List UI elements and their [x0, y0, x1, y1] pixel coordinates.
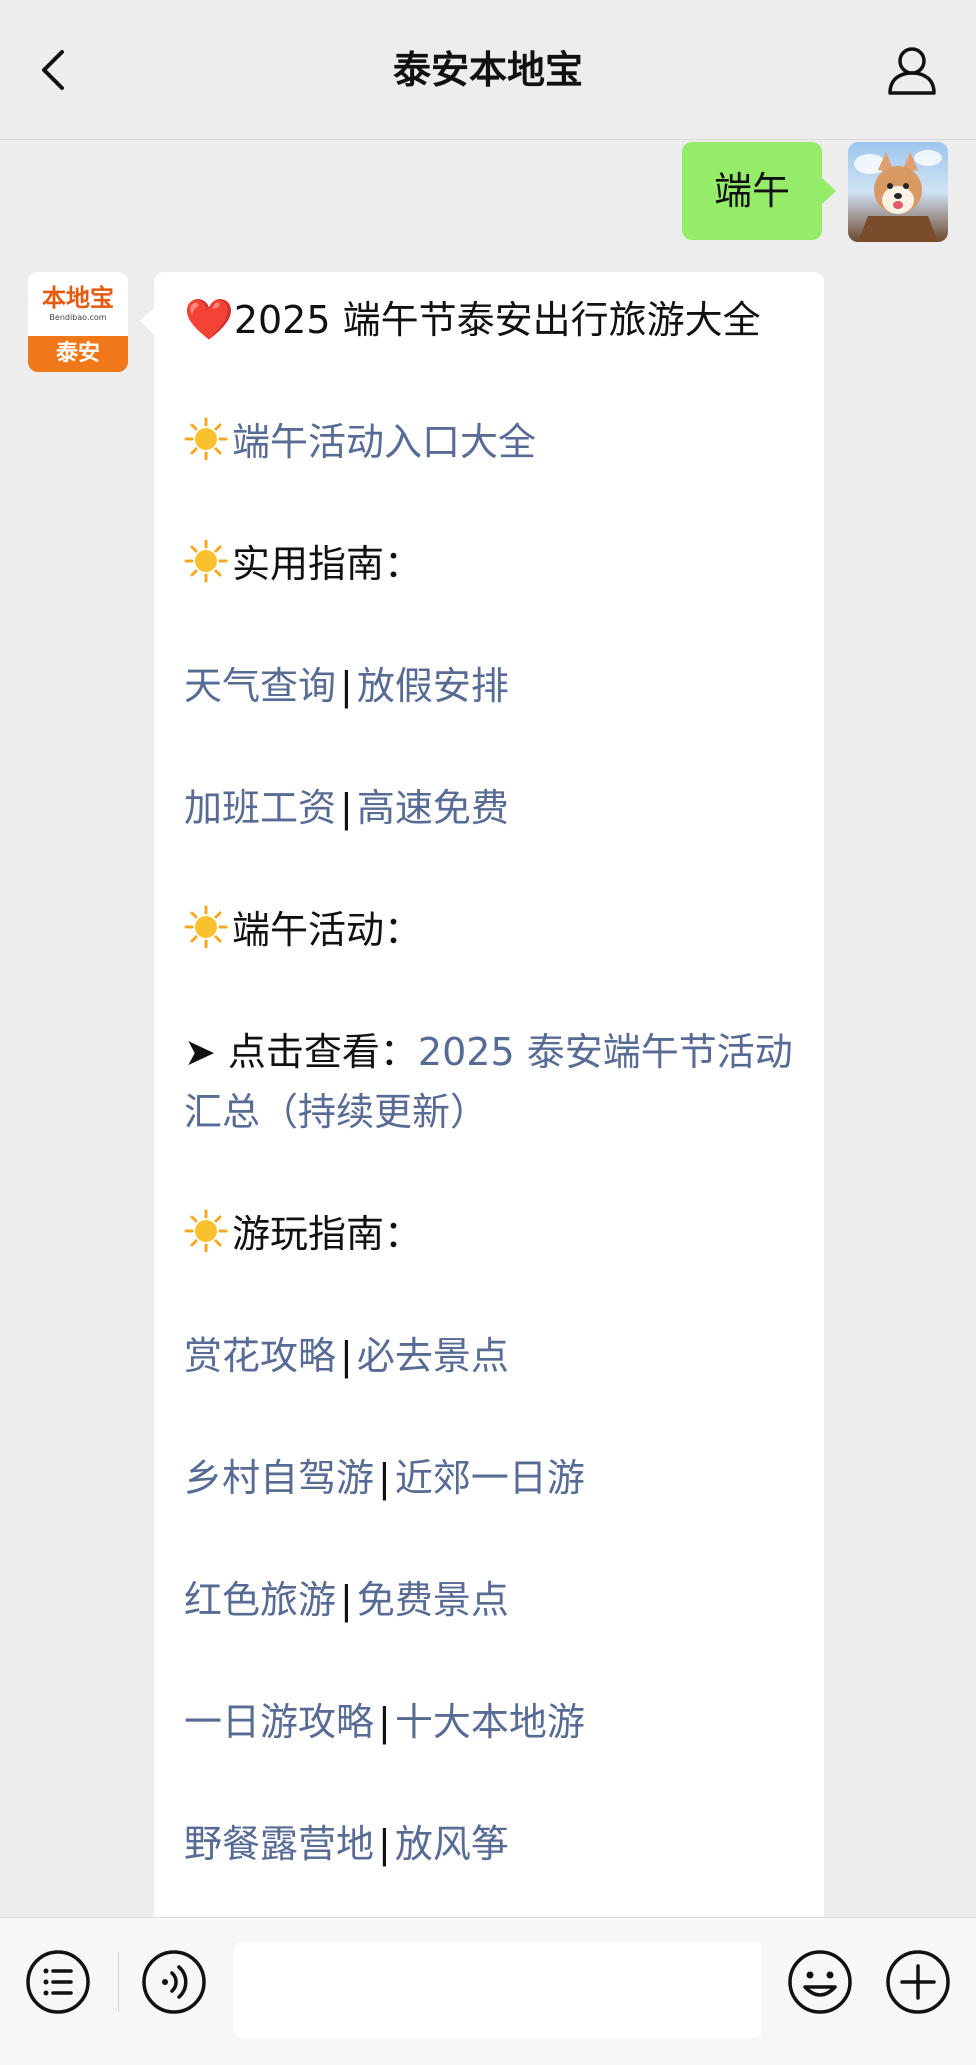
separator: |: [340, 1334, 353, 1378]
free-attractions-link[interactable]: 免费景点: [357, 1578, 509, 1622]
chat-input-bar: [0, 1917, 976, 2065]
sun-icon: [184, 539, 228, 583]
play-row: 野餐露营地 | 放风筝: [184, 1814, 794, 1874]
separator: |: [378, 1456, 391, 1500]
outgoing-message-bubble[interactable]: 端午: [681, 142, 837, 240]
guide-title: 实用指南：: [232, 542, 423, 586]
play-row: 一日游攻略 | 十大本地游: [184, 1692, 794, 1752]
top-navigation-bar: 泰安本地宝: [0, 0, 976, 140]
flower-guide-link[interactable]: 赏花攻略: [184, 1334, 336, 1378]
activities-line: ➤ 点击查看：2025 泰安端午节活动汇总（持续更新）: [184, 1022, 794, 1142]
separator: |: [340, 664, 353, 708]
activities-prefix: ➤ 点击查看：: [184, 1030, 418, 1074]
bar-divider: [118, 1952, 119, 2012]
sun-icon: [184, 905, 228, 949]
red-tourism-link[interactable]: 红色旅游: [184, 1578, 336, 1622]
plus-icon: [886, 1950, 950, 2014]
message-input[interactable]: [234, 1942, 762, 2038]
voice-icon: [142, 1950, 206, 2014]
emoji-icon: [788, 1950, 852, 2014]
sun-icon: [184, 417, 228, 461]
message-heading: ❤️2025 端午节泰安出行旅游大全: [184, 290, 794, 350]
separator: |: [340, 1578, 353, 1622]
logo-city: 泰安: [28, 336, 128, 372]
official-account-avatar[interactable]: 本地宝 Bendibao.com 泰安: [28, 272, 128, 372]
profile-icon: [888, 47, 936, 95]
must-visit-link[interactable]: 必去景点: [357, 1334, 509, 1378]
profile-button[interactable]: [882, 38, 942, 102]
free-highway-link[interactable]: 高速免费: [357, 786, 509, 830]
menu-button[interactable]: [24, 1948, 92, 2016]
chat-screen: 泰安本地宝 端午 本地宝 Bendibao.com 泰安 ❤️2025 端午节泰…: [0, 0, 976, 2065]
logo-brand: 本地宝: [42, 284, 114, 312]
entry-link[interactable]: 端午活动入口大全: [232, 420, 536, 464]
heading-text: 2025 端午节泰安出行旅游大全: [233, 298, 761, 342]
more-button[interactable]: [884, 1948, 952, 2016]
menu-list-icon: [26, 1950, 90, 2014]
logo-top: 本地宝 Bendibao.com: [28, 272, 128, 336]
guide-row: 加班工资 | 高速免费: [184, 778, 794, 838]
play-row: 赏花攻略 | 必去景点: [184, 1326, 794, 1386]
camping-link[interactable]: 野餐露营地: [184, 1822, 374, 1866]
overtime-pay-link[interactable]: 加班工资: [184, 786, 336, 830]
one-day-guide-link[interactable]: 一日游攻略: [184, 1700, 374, 1744]
dog-avatar-image: [854, 150, 942, 242]
guide-title-line: 实用指南：: [184, 534, 794, 594]
play-row: 乡村自驾游 | 近郊一日游: [184, 1448, 794, 1508]
activities-title: 端午活动：: [232, 908, 423, 952]
heart-icon: ❤️: [184, 297, 234, 343]
play-title: 游玩指南：: [232, 1212, 423, 1256]
sun-icon: [184, 1209, 228, 1253]
logo-site: Bendibao.com: [49, 313, 107, 322]
day-trip-suburb-link[interactable]: 近郊一日游: [395, 1456, 585, 1500]
outgoing-message-row: 端午: [681, 142, 948, 242]
weather-link[interactable]: 天气查询: [184, 664, 336, 708]
rural-drive-link[interactable]: 乡村自驾游: [184, 1456, 374, 1500]
separator: |: [378, 1700, 391, 1744]
separator: |: [340, 786, 353, 830]
top-ten-local-link[interactable]: 十大本地游: [395, 1700, 585, 1744]
incoming-message-bubble: ❤️2025 端午节泰安出行旅游大全 端午活动入口大全 实用指南： 天气查询 |…: [140, 272, 824, 2065]
entry-line: 端午活动入口大全: [184, 412, 794, 472]
voice-button[interactable]: [140, 1948, 208, 2016]
chat-title: 泰安本地宝: [392, 48, 583, 92]
separator: |: [378, 1822, 391, 1866]
play-row: 红色旅游 | 免费景点: [184, 1570, 794, 1630]
holiday-link[interactable]: 放假安排: [357, 664, 509, 708]
guide-row: 天气查询 | 放假安排: [184, 656, 794, 716]
activities-title-line: 端午活动：: [184, 900, 794, 960]
play-title-line: 游玩指南：: [184, 1204, 794, 1264]
emoji-button[interactable]: [786, 1948, 854, 2016]
user-avatar[interactable]: [848, 142, 948, 242]
kite-flying-link[interactable]: 放风筝: [395, 1822, 509, 1866]
